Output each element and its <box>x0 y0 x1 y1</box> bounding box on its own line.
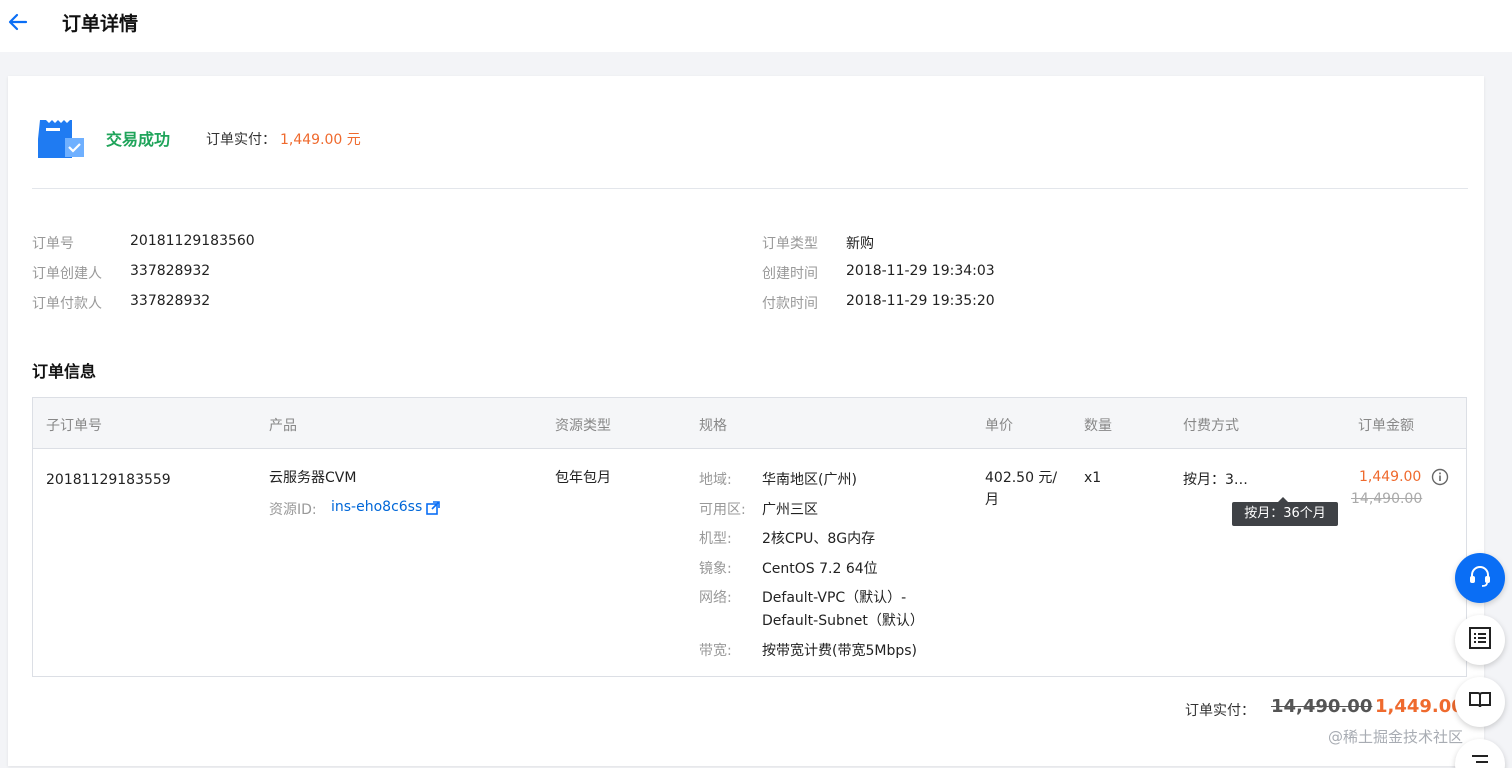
col-unit-price: 单价 <box>985 418 1013 434</box>
spec-image-label: 镜象: <box>699 561 732 577</box>
spec-bandwidth-value: 按带宽计费(带宽5Mbps) <box>762 643 917 659</box>
product-name: 云服务器CVM <box>269 470 357 486</box>
order-type-value: 新购 <box>846 236 874 252</box>
spec-network-label: 网络: <box>699 590 732 606</box>
order-type-label: 订单类型 <box>762 236 818 252</box>
order-list-button[interactable] <box>1455 615 1505 665</box>
book-icon <box>1467 687 1493 717</box>
paid-time-value: 2018-11-29 19:35:20 <box>846 293 995 309</box>
quantity: x1 <box>1084 470 1102 486</box>
col-amount: 订单金额 <box>1358 418 1414 434</box>
creator-value: 337828932 <box>130 263 211 279</box>
created-time-value: 2018-11-29 19:34:03 <box>846 263 995 279</box>
status-text: 交易成功 <box>106 130 171 149</box>
unit-price-line2: 月 <box>985 492 999 508</box>
section-title: 订单信息 <box>32 362 97 381</box>
list-icon <box>1467 625 1493 655</box>
order-id-value: 20181129183560 <box>130 233 255 249</box>
back-arrow-icon[interactable] <box>6 10 30 34</box>
order-detail-card: 交易成功 订单实付： 1,449.00 元 订单号 20181129183560… <box>8 76 1484 766</box>
spec-zone-label: 可用区: <box>699 502 746 518</box>
col-sub-order: 子订单号 <box>46 418 102 434</box>
order-id-label: 订单号 <box>32 236 74 252</box>
docs-button[interactable] <box>1455 677 1505 727</box>
col-quantity: 数量 <box>1084 418 1112 434</box>
total-original: 14,490.00 <box>1271 696 1373 717</box>
paid-time-label: 付款时间 <box>762 296 818 312</box>
spec-subnet-value: Default-Subnet（默认） <box>762 613 924 629</box>
headset-icon <box>1467 563 1493 593</box>
total-label: 订单实付： <box>1185 703 1255 719</box>
payer-label: 订单付款人 <box>32 296 102 312</box>
paid-value: 1,449.00 元 <box>280 132 361 148</box>
spec-zone-value: 广州三区 <box>762 502 818 518</box>
watermark: @稀土掘金技术社区 <box>1328 728 1464 746</box>
resource-id-link[interactable]: ins-eho8c6ss <box>331 499 422 515</box>
spec-network-value: Default-VPC（默认）- <box>762 590 907 606</box>
total-value: 1,449.00 <box>1375 696 1464 717</box>
spec-model-value: 2核CPU、8G内存 <box>762 531 876 547</box>
spec-region-value: 华南地区(广州) <box>762 472 857 488</box>
col-resource-type: 资源类型 <box>555 418 611 434</box>
resource-id-label: 资源ID: <box>269 502 317 518</box>
customer-service-button[interactable] <box>1455 553 1505 603</box>
amount-value: 1,449.00 <box>1359 469 1422 485</box>
page-title: 订单详情 <box>62 13 139 35</box>
col-product: 产品 <box>269 418 297 434</box>
unit-price-line1: 402.50 元/ <box>985 470 1058 486</box>
resource-type: 包年包月 <box>555 470 611 486</box>
created-time-label: 创建时间 <box>762 266 818 282</box>
info-icon[interactable] <box>1431 468 1449 486</box>
divider <box>32 188 1468 189</box>
spec-region-label: 地域: <box>699 472 732 488</box>
receipt-success-icon <box>36 118 86 160</box>
col-spec: 规格 <box>699 418 727 434</box>
billing-method[interactable]: 按月：3… <box>1183 471 1248 489</box>
creator-label: 订单创建人 <box>32 266 102 282</box>
menu-icon <box>1469 751 1491 768</box>
spec-model-label: 机型: <box>699 531 732 547</box>
external-link-icon[interactable] <box>426 500 440 515</box>
payer-value: 337828932 <box>130 293 211 309</box>
paid-label: 订单实付： <box>206 132 276 148</box>
order-table: 子订单号 产品 资源类型 规格 单价 数量 付费方式 订单金额 20181129… <box>32 397 1467 677</box>
billing-tooltip: 按月：36个月 <box>1232 497 1338 526</box>
table-header: 子订单号 产品 资源类型 规格 单价 数量 付费方式 订单金额 <box>33 398 1466 449</box>
amount-original: 14,490.00 <box>1351 491 1423 507</box>
col-billing: 付费方式 <box>1183 418 1239 434</box>
sub-order-id: 20181129183559 <box>46 472 171 488</box>
top-bar: 订单详情 <box>0 0 1512 52</box>
spec-image-value: CentOS 7.2 64位 <box>762 561 878 577</box>
spec-bandwidth-label: 带宽: <box>699 643 732 659</box>
